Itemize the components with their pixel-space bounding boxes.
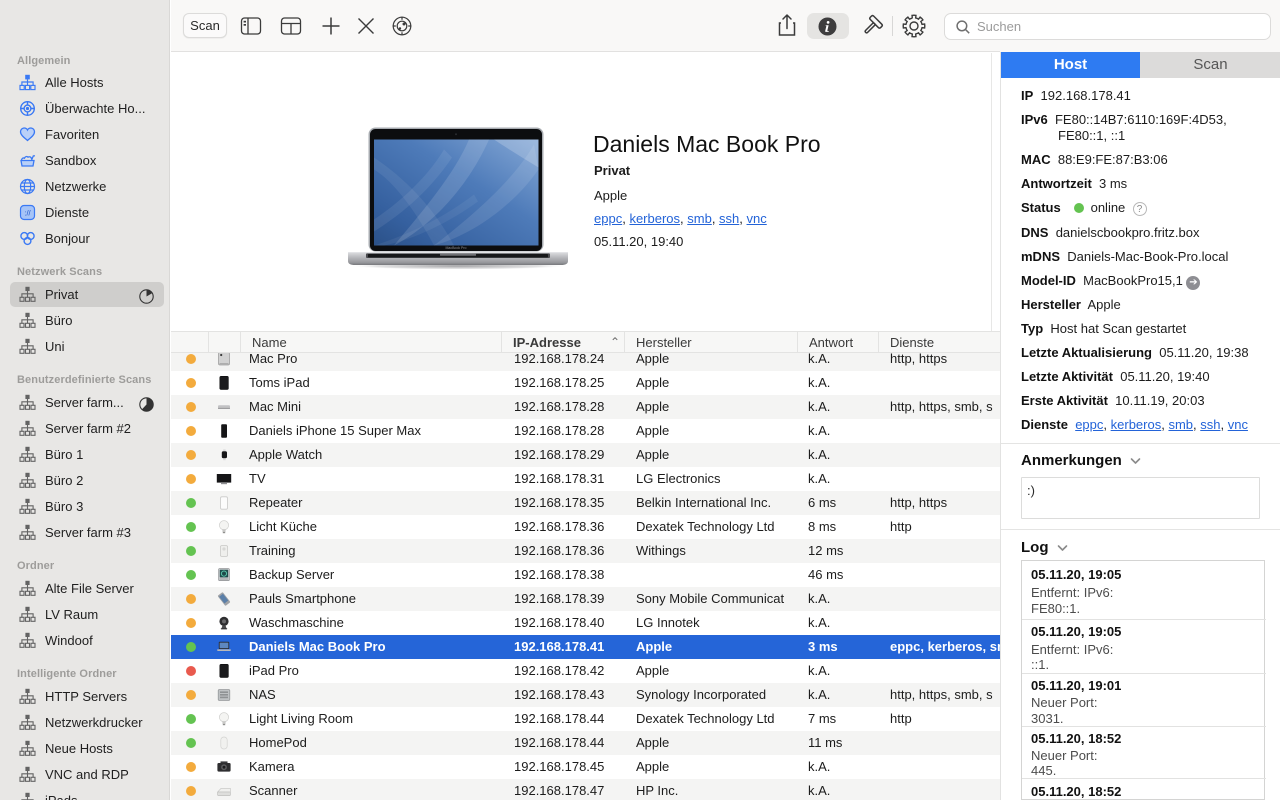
svg-text:MacBook Pro: MacBook Pro bbox=[445, 246, 466, 250]
svg-text:://: :// bbox=[24, 209, 31, 218]
